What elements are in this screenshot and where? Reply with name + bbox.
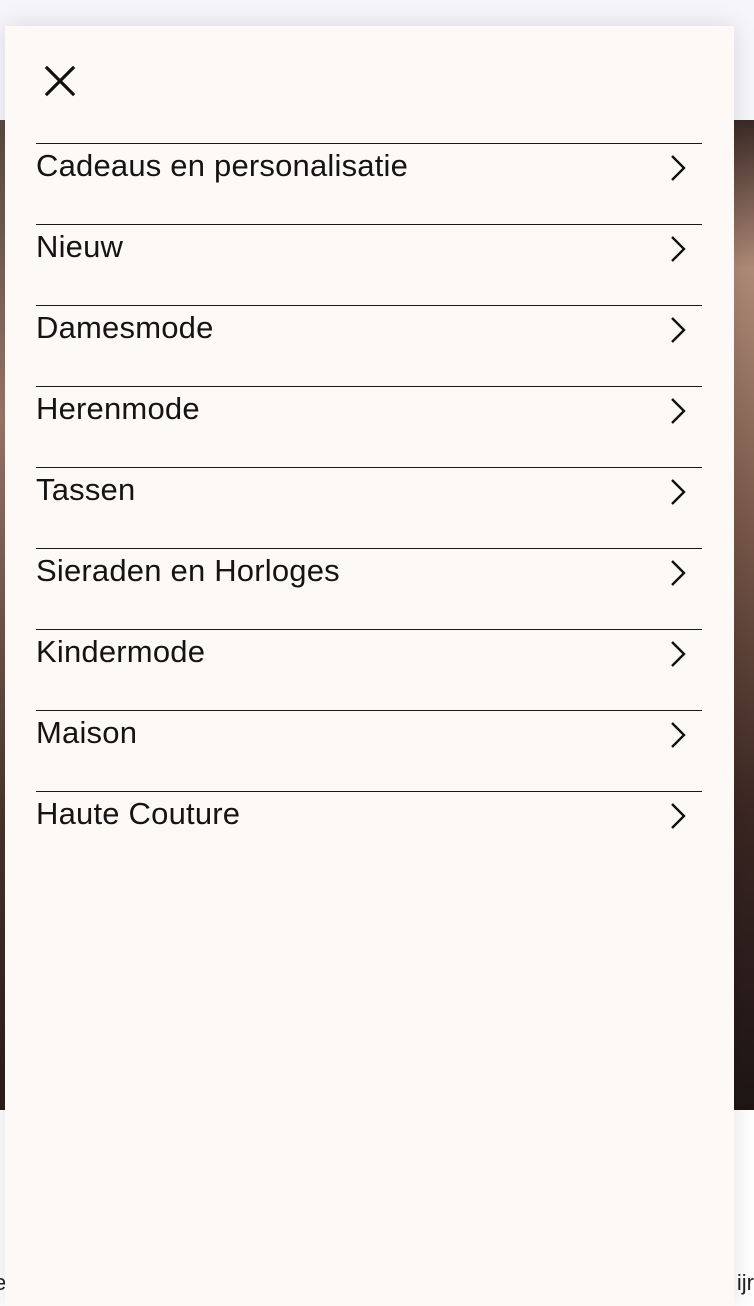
chevron-right-icon — [666, 315, 690, 345]
menu-item-maison[interactable]: Maison — [36, 710, 702, 791]
main-menu: Cadeaus en personalisatie Nieuw Damesmod… — [36, 143, 702, 872]
chevron-right-icon — [666, 720, 690, 750]
menu-item-herenmode[interactable]: Herenmode — [36, 386, 702, 467]
chevron-right-icon — [666, 558, 690, 588]
menu-item-kindermode[interactable]: Kindermode — [36, 629, 702, 710]
navigation-drawer: Cadeaus en personalisatie Nieuw Damesmod… — [5, 26, 734, 1306]
chevron-right-icon — [666, 477, 690, 507]
chevron-right-icon — [666, 234, 690, 264]
menu-item-label: Damesmode — [36, 310, 214, 345]
menu-item-label: Tassen — [36, 472, 136, 507]
menu-item-cadeaus[interactable]: Cadeaus en personalisatie — [36, 143, 702, 224]
menu-item-sieraden-horloges[interactable]: Sieraden en Horloges — [36, 548, 702, 629]
menu-item-label: Maison — [36, 715, 138, 750]
close-button[interactable] — [39, 60, 81, 102]
close-icon — [44, 65, 76, 97]
menu-item-tassen[interactable]: Tassen — [36, 467, 702, 548]
chevron-right-icon — [666, 639, 690, 669]
menu-item-nieuw[interactable]: Nieuw — [36, 224, 702, 305]
menu-item-label: Herenmode — [36, 391, 200, 426]
page: e ijr Cadeaus en personalisatie Nieuw Da… — [0, 0, 754, 1306]
menu-item-haute-couture[interactable]: Haute Couture — [36, 791, 702, 872]
menu-item-label: Haute Couture — [36, 796, 241, 831]
menu-item-label: Kindermode — [36, 634, 206, 669]
menu-item-damesmode[interactable]: Damesmode — [36, 305, 702, 386]
menu-item-label: Cadeaus en personalisatie — [36, 148, 409, 183]
background-footer-text-right: ijr — [736, 1270, 754, 1295]
chevron-right-icon — [666, 153, 690, 183]
chevron-right-icon — [666, 801, 690, 831]
menu-item-label: Sieraden en Horloges — [36, 553, 340, 588]
menu-item-label: Nieuw — [36, 229, 124, 264]
chevron-right-icon — [666, 396, 690, 426]
